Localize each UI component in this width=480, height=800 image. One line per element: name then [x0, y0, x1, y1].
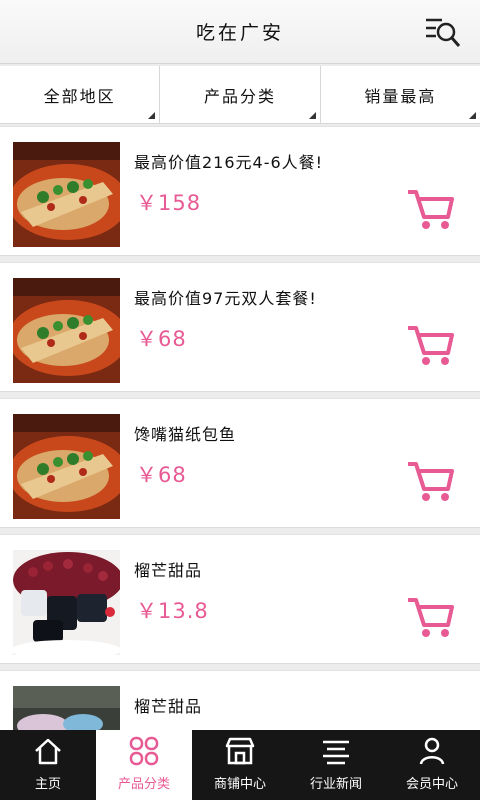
cart-icon[interactable] [404, 459, 456, 503]
product-name[interactable]: 榴芒甜品 [134, 693, 202, 717]
filter-sort[interactable]: 销量最高 [321, 66, 480, 123]
tab-category-label: 产品分类 [117, 777, 170, 792]
tab-news[interactable]: 行业新闻 [288, 730, 384, 800]
product-list: 最高价值216元4-6人餐! ￥158 最高价值97元双人套餐! ￥68 馋嘴猫… [0, 126, 480, 730]
product-name[interactable]: 榴芒甜品 [134, 557, 202, 581]
product-name[interactable]: 馋嘴猫纸包鱼 [134, 421, 236, 445]
news-icon [320, 735, 352, 767]
shop-icon [224, 735, 256, 767]
tab-member[interactable]: 会员中心 [384, 730, 480, 800]
dessert-image[interactable] [13, 686, 120, 730]
product-item[interactable]: 馋嘴猫纸包鱼 ￥68 [0, 398, 480, 528]
product-price: ￥68 [136, 327, 187, 351]
product-item[interactable]: 最高价值216元4-6人餐! ￥158 [0, 126, 480, 256]
tab-news-label: 行业新闻 [309, 777, 362, 792]
tab-home-label: 主页 [34, 777, 61, 792]
dropdown-corner-icon [148, 112, 156, 119]
user-icon [416, 735, 448, 767]
product-name[interactable]: 最高价值97元双人套餐! [134, 285, 317, 309]
page-title: 吃在广安 [195, 22, 284, 44]
fish-dish-image[interactable] [13, 142, 120, 247]
dropdown-corner-icon [468, 112, 476, 119]
filter-category[interactable]: 产品分类 [160, 66, 321, 123]
fish-dish-image[interactable] [13, 278, 120, 383]
category-icon [128, 735, 160, 767]
tab-shop[interactable]: 商铺中心 [192, 730, 288, 800]
product-price: ￥13.8 [136, 599, 209, 623]
filter-region[interactable]: 全部地区 [0, 66, 161, 123]
tab-shop-label: 商铺中心 [213, 777, 266, 792]
bottom-tab-bar: 主页 产品分类 商铺中心 行业新闻 会员中心 [0, 730, 480, 800]
cart-icon[interactable] [404, 595, 456, 639]
filter-bar: 全部地区 产品分类 销量最高 [0, 66, 480, 124]
product-price: ￥158 [136, 191, 202, 215]
fish-dish-image[interactable] [13, 414, 120, 519]
tab-home[interactable]: 主页 [0, 730, 96, 800]
product-item[interactable]: 榴芒甜品 [0, 670, 480, 730]
cart-icon[interactable] [404, 187, 456, 231]
product-name[interactable]: 最高价值216元4-6人餐! [134, 149, 323, 173]
tab-member-label: 会员中心 [405, 777, 458, 792]
filter-region-label: 全部地区 [43, 86, 116, 106]
product-item[interactable]: 榴芒甜品 ￥13.8 [0, 534, 480, 664]
product-item[interactable]: 最高价值97元双人套餐! ￥68 [0, 262, 480, 392]
dessert-image[interactable] [13, 550, 120, 655]
filter-category-label: 产品分类 [203, 86, 276, 106]
home-icon [32, 735, 64, 767]
cart-icon[interactable] [404, 323, 456, 367]
tab-category[interactable]: 产品分类 [96, 730, 192, 800]
dropdown-corner-icon [308, 112, 316, 119]
product-price: ￥68 [136, 463, 187, 487]
top-header: 吃在广安 [0, 0, 480, 64]
menu-search-icon[interactable] [420, 12, 464, 52]
filter-sort-label: 销量最高 [364, 86, 437, 106]
